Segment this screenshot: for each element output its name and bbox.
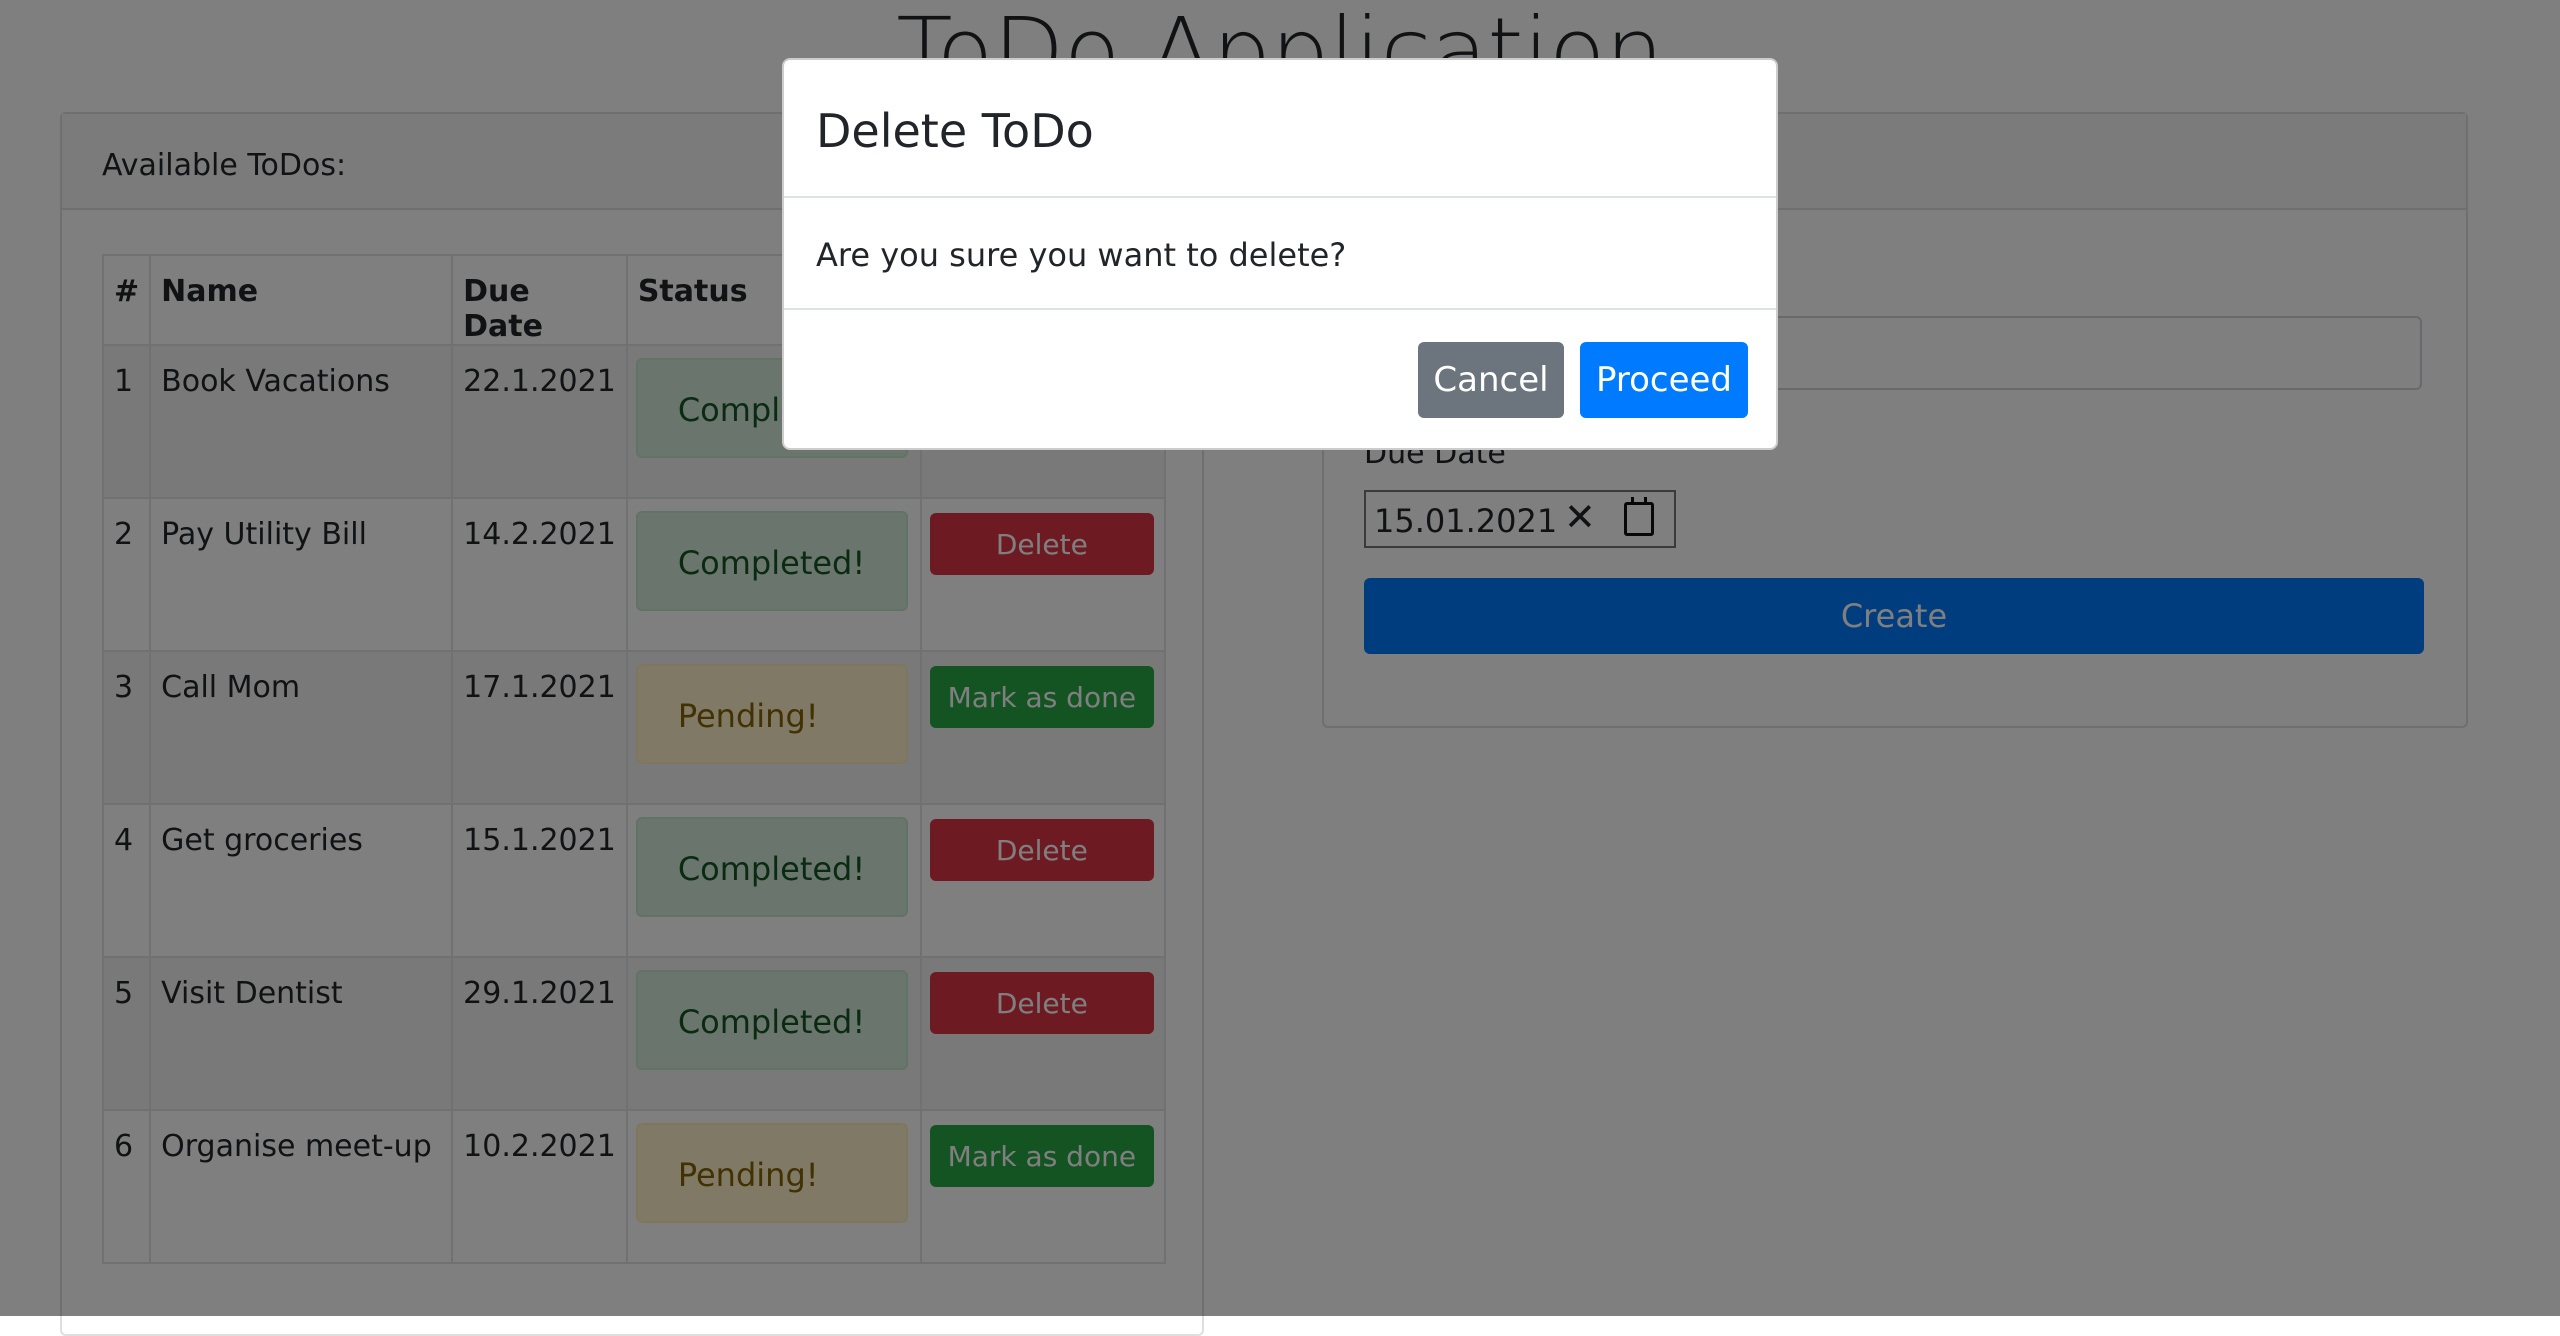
dialog-message: Are you sure you want to delete? (816, 236, 1347, 274)
proceed-button[interactable]: Proceed (1580, 342, 1748, 418)
dialog-title: Delete ToDo (816, 104, 1094, 158)
delete-confirm-dialog: Delete ToDo Are you sure you want to del… (782, 58, 1778, 450)
dialog-header: Delete ToDo (784, 60, 1776, 198)
dialog-body: Are you sure you want to delete? (784, 196, 1776, 310)
cancel-button[interactable]: Cancel (1418, 342, 1564, 418)
